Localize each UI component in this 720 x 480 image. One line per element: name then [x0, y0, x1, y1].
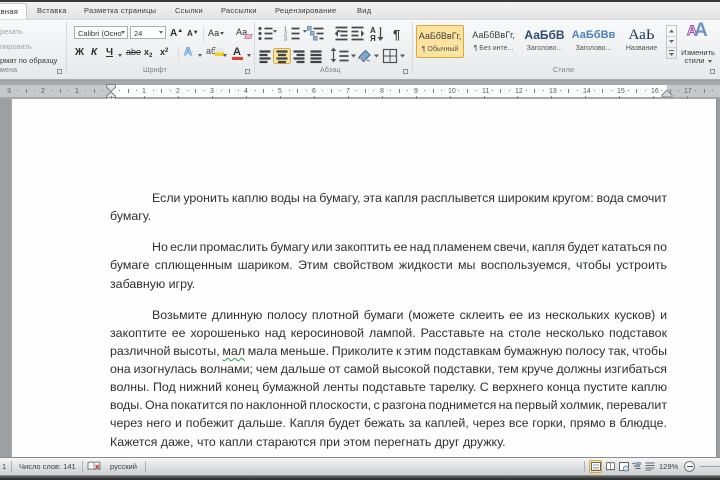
- svg-text:Я: Я: [370, 34, 376, 43]
- svg-text:¶: ¶: [393, 27, 400, 42]
- svg-text:3: 3: [284, 37, 287, 43]
